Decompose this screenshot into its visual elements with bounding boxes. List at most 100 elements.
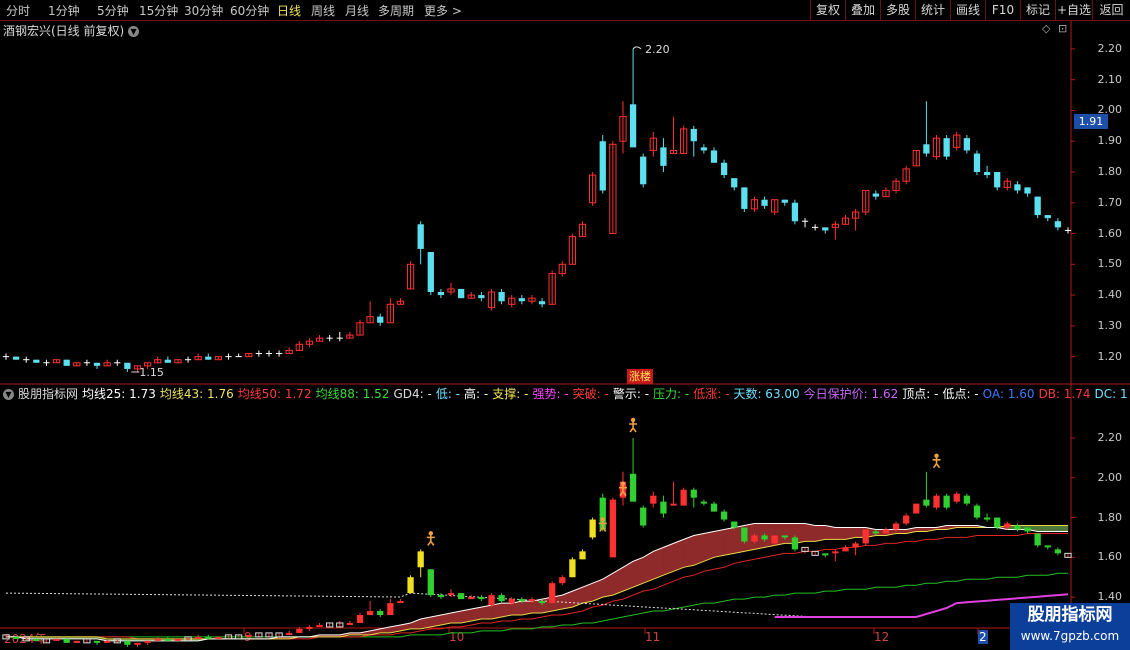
high-marker — [632, 46, 642, 50]
kline-chart[interactable]: 2.20 1.15 — [0, 0, 1130, 650]
ind-candle — [1024, 527, 1031, 532]
ind-candle — [154, 638, 161, 641]
ind-candle — [822, 553, 829, 556]
ind-candle — [569, 559, 576, 578]
candle-down — [458, 288, 465, 299]
ind-candle — [872, 531, 879, 534]
ind-candle — [33, 638, 40, 641]
candle-down — [963, 138, 970, 151]
ind-candle — [63, 638, 70, 643]
ind-candle — [427, 569, 434, 596]
ind-candle — [751, 535, 758, 542]
ind-candle — [963, 495, 970, 504]
ribbon-segment — [663, 543, 674, 576]
ind-candle — [629, 473, 637, 502]
ind-candle — [670, 503, 677, 506]
candle-down — [791, 202, 799, 222]
candle-down — [93, 362, 101, 366]
ribbon-segment — [632, 556, 644, 588]
ind-candle — [832, 551, 839, 554]
ind-candle — [1044, 545, 1051, 548]
ribbon-segment — [491, 602, 502, 620]
ind-candle — [366, 611, 374, 616]
ind-candle — [720, 511, 728, 520]
ribbon-segment — [1057, 525, 1069, 532]
ind-candle — [609, 499, 616, 558]
ind-candle — [377, 611, 384, 616]
ind-candle — [973, 505, 981, 518]
candle-down — [205, 356, 212, 360]
candle-down — [923, 144, 930, 154]
ind-candle — [559, 577, 566, 584]
ind-candle — [943, 495, 950, 508]
ind-candle — [296, 628, 303, 633]
ind-candle — [650, 495, 657, 504]
ind-candle — [589, 519, 596, 538]
ind-candle — [174, 638, 182, 641]
watermark-title: 股朋指标网 — [1027, 605, 1113, 625]
ind-candle — [488, 595, 495, 606]
candle-down — [478, 295, 485, 299]
candle-down — [629, 104, 637, 148]
signal-person-icon — [932, 453, 941, 469]
ind-candle — [195, 636, 202, 639]
signal-person-icon — [426, 531, 435, 546]
ribbon-segment — [703, 531, 715, 562]
candle-down — [973, 153, 981, 172]
ind-candle — [923, 499, 930, 506]
ribbon-segment — [612, 566, 624, 596]
ribbon-segment — [622, 560, 634, 592]
ind-candle — [640, 507, 647, 526]
ribbon-segment — [895, 529, 907, 534]
ribbon-segment — [835, 527, 846, 540]
ind-candle — [771, 535, 778, 544]
ind-candle — [407, 577, 414, 594]
candle-down — [994, 171, 1001, 188]
candle-down — [761, 199, 768, 206]
ribbon-segment — [1037, 525, 1049, 532]
ribbon-segment — [562, 590, 573, 610]
ind-candle — [1054, 549, 1062, 554]
ribbon-segment — [1047, 525, 1059, 532]
ind-candle — [862, 529, 869, 544]
ind-candle — [53, 638, 60, 641]
candle-down — [518, 298, 525, 302]
candle-down — [710, 150, 718, 163]
ind-candle — [356, 615, 364, 623]
candle-down — [63, 359, 70, 366]
ind-candle — [731, 521, 738, 528]
ind-candle — [903, 515, 910, 524]
ind-candle — [761, 535, 768, 540]
signal-person-icon — [629, 417, 638, 433]
candle-down — [1044, 215, 1051, 219]
ind-candle — [508, 599, 515, 604]
ind-candle — [791, 537, 799, 550]
low-label: 1.15 — [139, 366, 164, 379]
watermark-url: www.7gpzb.com — [1020, 629, 1120, 643]
candle-down — [640, 156, 647, 185]
candle-down — [12, 356, 20, 360]
ribbon-segment — [683, 535, 695, 568]
candle-down — [822, 227, 829, 231]
ind-candle — [579, 551, 586, 560]
candle-down — [1024, 187, 1031, 194]
ribbon-segment — [723, 527, 735, 556]
candle-down — [498, 291, 505, 302]
ind-candle — [164, 638, 171, 641]
candle-down — [377, 316, 384, 323]
candle-down — [731, 178, 738, 188]
ind-candle — [144, 640, 151, 643]
ind-candle — [468, 597, 475, 600]
ribbon-segment — [713, 529, 725, 558]
ribbon-segment — [814, 525, 826, 542]
candle-down — [124, 362, 131, 369]
candle-down — [781, 199, 788, 203]
ind-candle — [518, 599, 525, 602]
ind-candle — [660, 501, 667, 514]
ind-candle — [741, 527, 748, 542]
ind-candle — [458, 593, 465, 600]
candle-down — [417, 224, 424, 249]
ind-candle — [781, 535, 788, 538]
candle-down — [943, 138, 950, 157]
ind-candle — [549, 583, 556, 604]
